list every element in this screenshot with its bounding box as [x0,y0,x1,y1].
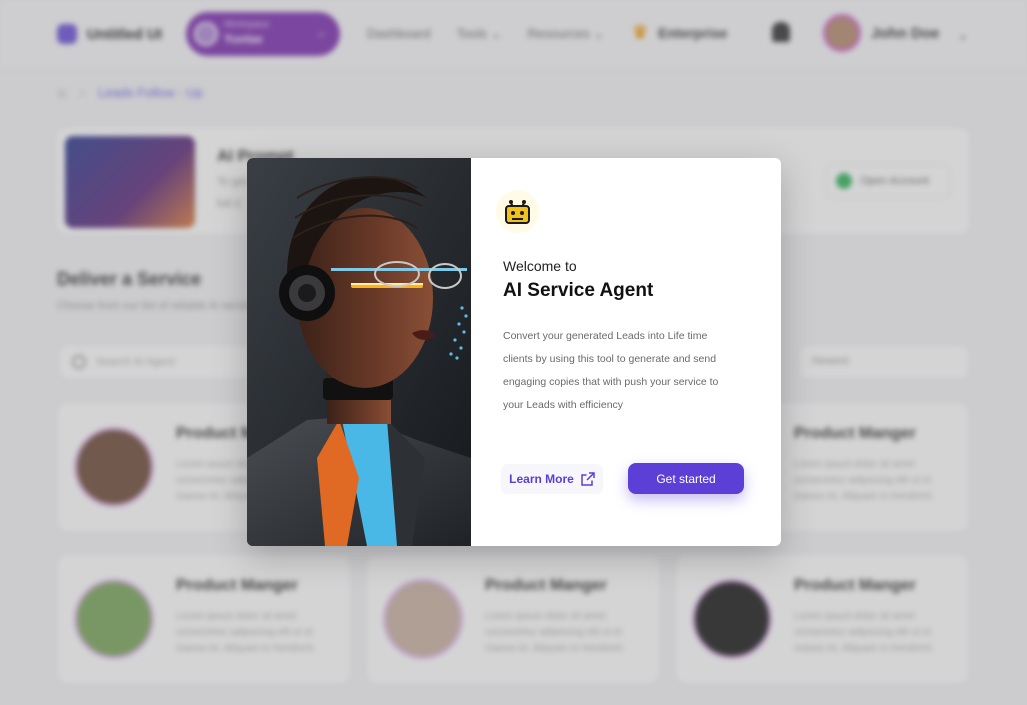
get-started-button[interactable]: Get started [628,463,744,494]
robot-icon [496,190,539,233]
modal-title: AI Service Agent [503,280,654,301]
welcome-modal: Welcome to AI Service Agent Convert your… [247,158,781,546]
agent-portrait-illustration [247,158,471,546]
modal-description-line: your Leads with efficiency [503,399,624,411]
learn-more-button[interactable]: Learn More [501,464,603,494]
modal-description-line: clients by using this tool to generate a… [503,353,717,365]
modal-description-line: engaging copies that with push your serv… [503,376,719,388]
modal-welcome: Welcome to [503,258,577,274]
modal-description: Convert your generated Leads into Life t… [503,325,743,417]
robot-icon-svg [505,200,530,224]
get-started-label: Get started [656,471,716,486]
external-link-icon [581,472,595,486]
modal-content: Welcome to AI Service Agent Convert your… [471,158,781,546]
modal-description-line: Convert your generated Leads into Life t… [503,330,708,342]
learn-more-label: Learn More [509,472,574,486]
